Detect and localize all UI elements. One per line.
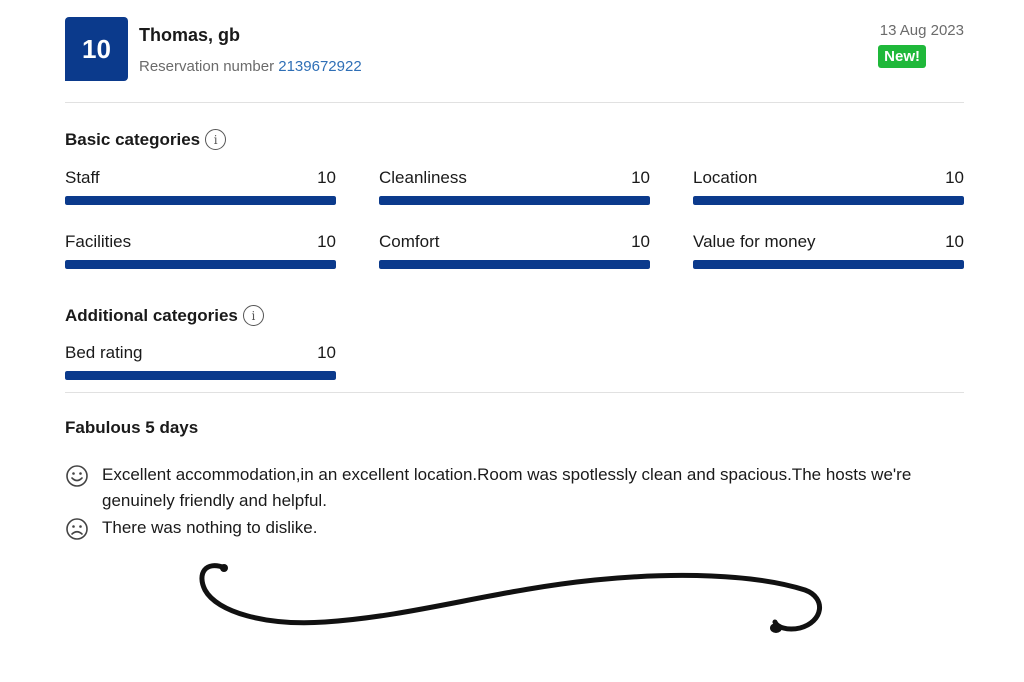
category-bar: [379, 260, 650, 269]
category-bar-fill: [379, 260, 650, 269]
category-label: Comfort: [379, 232, 440, 251]
category-score: 10: [631, 168, 650, 187]
category-bar: [65, 260, 336, 269]
category-location: Location 10: [693, 168, 964, 208]
negative-review-text: There was nothing to dislike.: [102, 518, 318, 537]
positive-review: Excellent accommodation,in an excellent …: [65, 462, 945, 514]
info-icon[interactable]: i: [205, 129, 227, 150]
category-facilities: Facilities 10: [65, 232, 336, 272]
header-divider: [65, 102, 964, 103]
basic-categories-label: Basic categories: [65, 129, 201, 149]
additional-categories-title: Additional categories i: [65, 305, 264, 326]
positive-review-text: Excellent accommodation,in an excellent …: [102, 465, 912, 510]
category-label: Location: [693, 168, 758, 187]
category-bar-fill: [65, 196, 336, 205]
category-score: 10: [317, 168, 336, 187]
negative-review: There was nothing to dislike.: [65, 515, 945, 541]
category-cleanliness: Cleanliness 10: [379, 168, 650, 208]
review-title: Fabulous 5 days: [65, 418, 199, 437]
category-bar: [65, 371, 336, 380]
additional-categories-label: Additional categories: [65, 305, 238, 325]
review-score-badge: 10: [65, 17, 128, 81]
category-label: Facilities: [65, 232, 132, 251]
info-icon[interactable]: i: [242, 305, 264, 326]
category-score: 10: [945, 232, 964, 251]
category-bar-fill: [65, 371, 336, 380]
review-date: 13 Aug 2023: [879, 22, 964, 39]
category-staff: Staff 10: [65, 168, 336, 208]
reservation-info: Reservation number 2139672922: [139, 58, 362, 75]
category-value-for-money: Value for money 10: [693, 232, 964, 272]
reservation-number-link[interactable]: 2139672922: [278, 58, 361, 75]
category-bar-fill: [379, 196, 650, 205]
sad-face-icon: [66, 518, 88, 540]
reservation-label: Reservation number: [139, 58, 275, 75]
category-bar: [65, 196, 336, 205]
category-score: 10: [317, 343, 336, 362]
category-label: Bed rating: [65, 343, 143, 362]
category-bar-fill: [65, 260, 336, 269]
smiley-face-icon: [66, 465, 88, 487]
basic-categories-title: Basic categories i: [65, 129, 227, 150]
category-score: 10: [631, 232, 650, 251]
review-header: 10 Thomas, gb Reservation number 2139672…: [65, 17, 964, 81]
categories-divider: [65, 392, 964, 393]
category-label: Cleanliness: [379, 168, 467, 187]
category-score: 10: [945, 168, 964, 187]
category-score: 10: [317, 232, 336, 251]
category-comfort: Comfort 10: [379, 232, 650, 272]
category-bar: [693, 260, 964, 269]
category-bar-fill: [693, 260, 964, 269]
category-bar: [379, 196, 650, 205]
category-bar: [693, 196, 964, 205]
category-label: Value for money: [693, 232, 816, 251]
decorative-swirl: [199, 563, 823, 633]
new-badge: New!: [878, 45, 926, 68]
guest-name: Thomas, gb: [139, 25, 241, 45]
category-bar-fill: [693, 196, 964, 205]
category-label: Staff: [65, 168, 100, 187]
category-bed-rating: Bed rating 10: [65, 343, 336, 383]
